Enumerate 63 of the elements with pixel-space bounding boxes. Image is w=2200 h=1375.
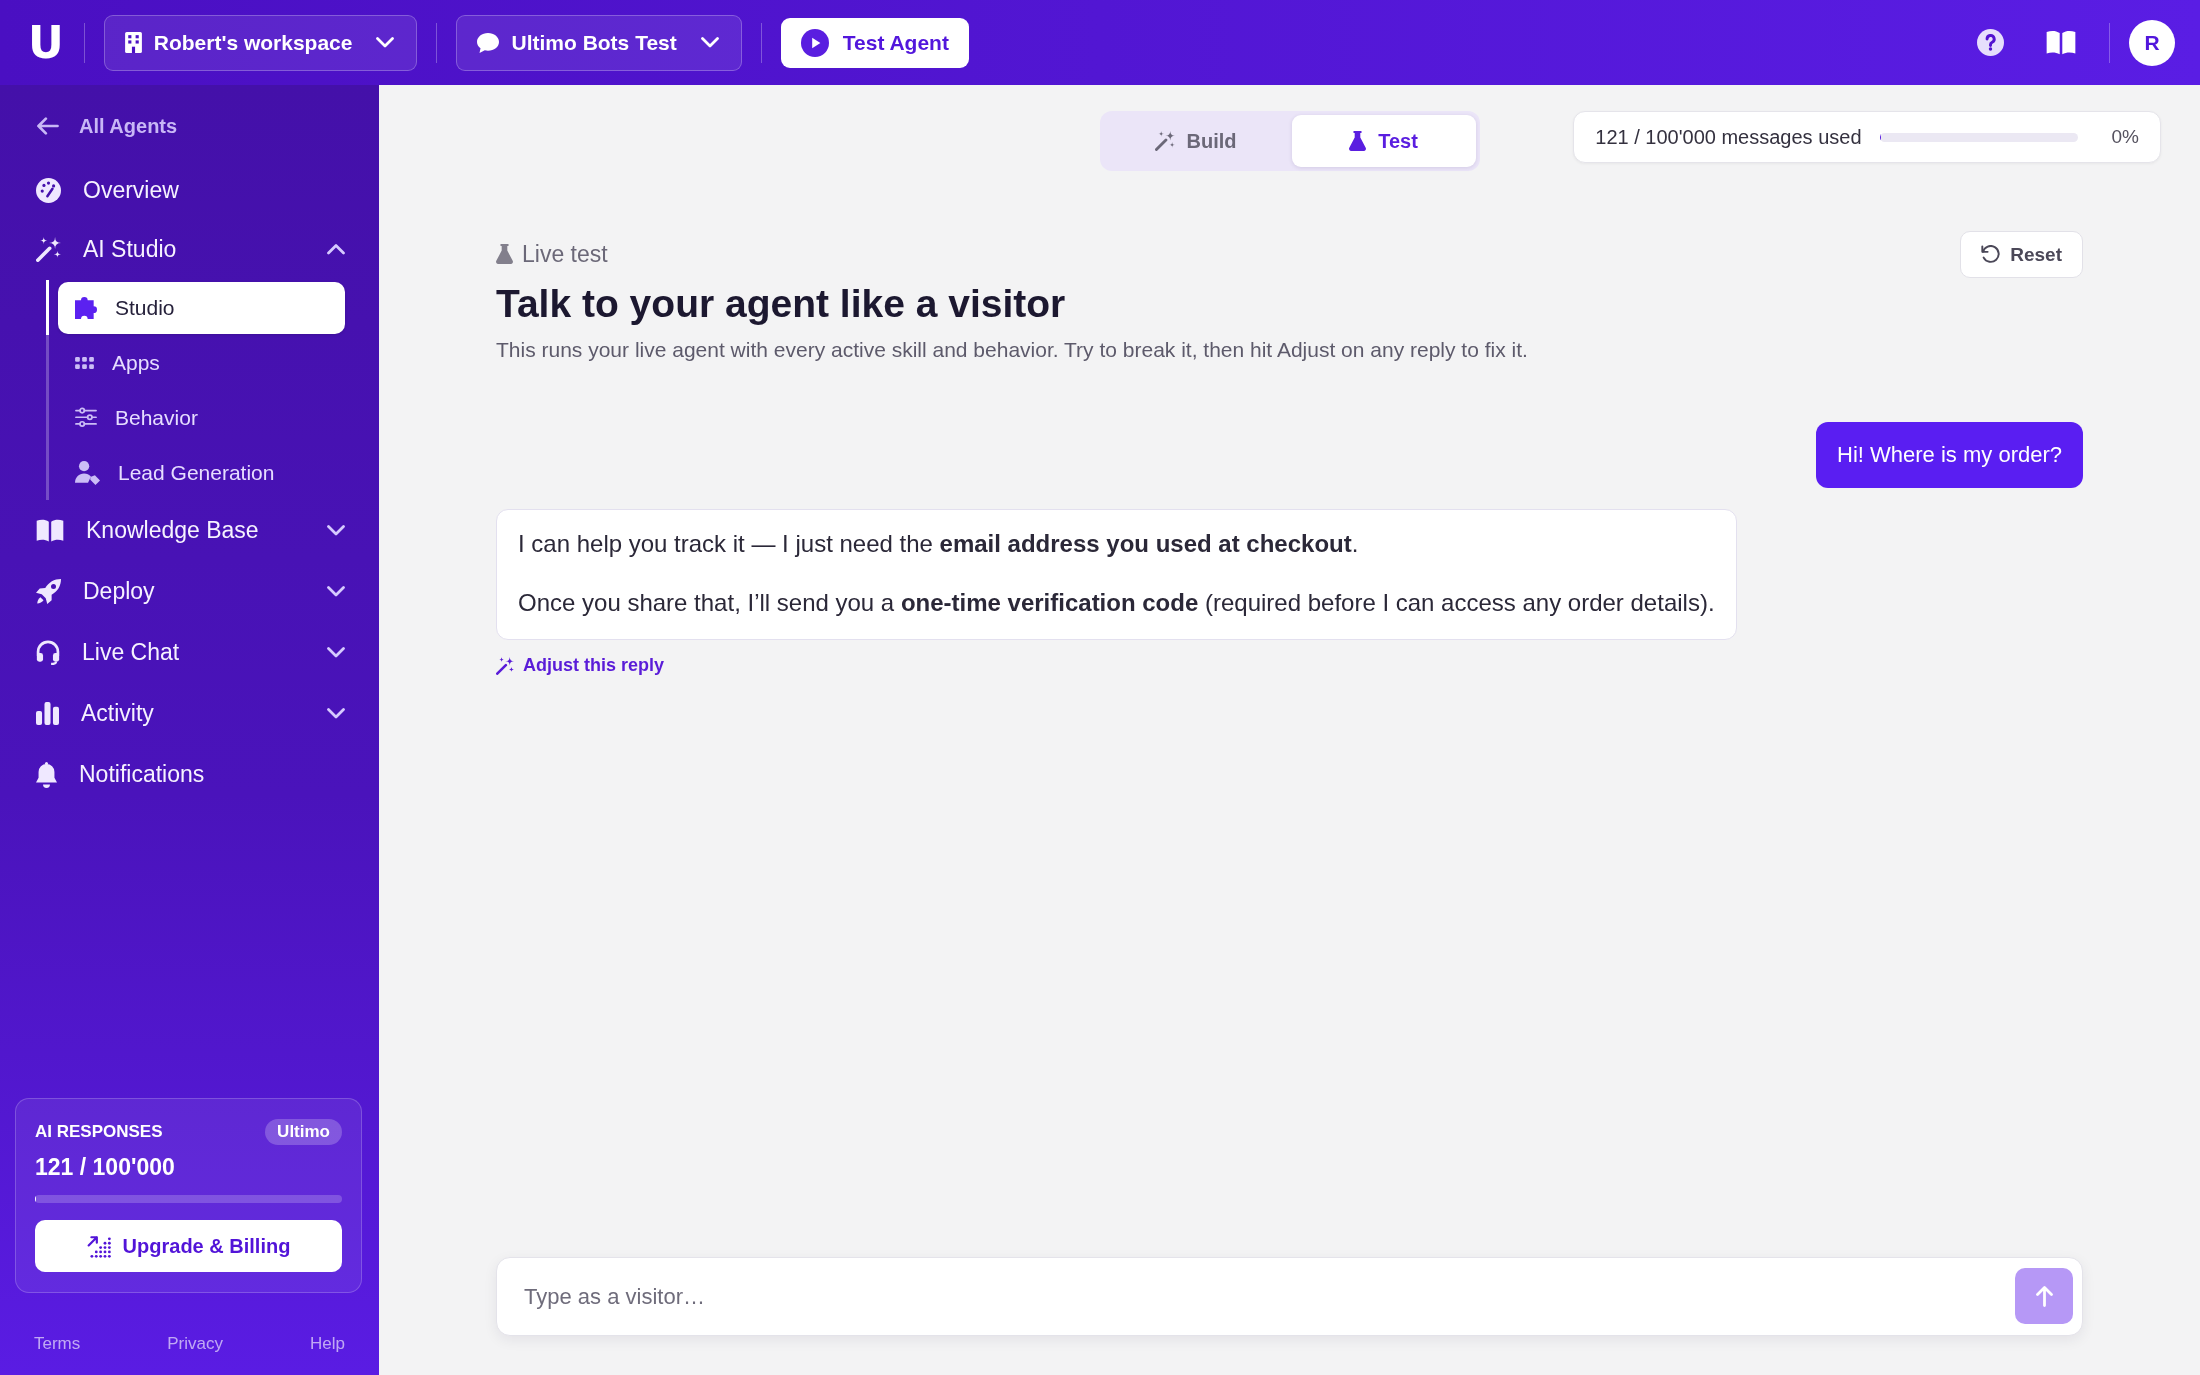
nav-item[interactable]: Apps xyxy=(58,336,345,389)
page-description: This runs your live agent with every active skill and behavior. Try to break it, then hit Adjust on any reply to fix it. xyxy=(496,337,1529,363)
test-agent-button[interactable]: Test Agent xyxy=(780,17,969,68)
open-book-icon[interactable] xyxy=(2046,30,2076,55)
rocket-icon xyxy=(36,579,61,604)
chat-bubble-icon xyxy=(477,32,500,53)
user-tag-icon xyxy=(75,460,100,485)
headset-icon xyxy=(36,639,60,666)
nav-item[interactable]: Lead Generation xyxy=(58,446,345,499)
building-icon xyxy=(124,32,142,53)
mode-tab[interactable]: Build xyxy=(1103,115,1288,167)
project-dropdown[interactable]: Ultimo Bots Test xyxy=(456,14,742,71)
chevron-down-icon xyxy=(376,37,395,48)
arrow-left-icon xyxy=(37,117,59,135)
plan-badge: Ultimo xyxy=(265,1119,342,1145)
card-title: AI RESPONSES xyxy=(35,1122,163,1142)
chevron-down-icon xyxy=(700,37,719,48)
rotate-left-icon xyxy=(1981,245,2001,264)
footer-link[interactable]: Terms xyxy=(34,1334,81,1354)
nav-item[interactable]: Deploy xyxy=(0,561,345,622)
visitor-message: Hi! Where is my order? xyxy=(1816,422,2083,488)
magic-wand-icon xyxy=(36,237,61,262)
nav-item[interactable]: Behavior xyxy=(58,391,345,444)
message-input[interactable]: Type as a visitor… xyxy=(496,1257,2083,1336)
nav-item[interactable]: Notifications xyxy=(0,744,345,805)
bell-icon xyxy=(36,761,57,788)
avatar[interactable]: R xyxy=(2129,19,2175,66)
usage-count: 121 / 100'000 xyxy=(35,1154,176,1181)
nav-item[interactable]: Knowledge Base xyxy=(0,500,345,561)
nav-item[interactable]: Studio xyxy=(58,281,345,334)
usage-label: 121 / 100'000 messages used xyxy=(1595,125,1862,149)
magic-wand-icon xyxy=(496,656,514,675)
flask-icon xyxy=(496,244,513,264)
growth-arrow-icon xyxy=(86,1234,111,1258)
puzzle-icon xyxy=(75,296,97,319)
magic-wand-icon xyxy=(1154,131,1175,151)
open-book-icon xyxy=(36,519,64,542)
footer-link[interactable]: Privacy xyxy=(167,1334,223,1354)
usage-percent: 0% xyxy=(2111,126,2139,148)
logo[interactable]: U xyxy=(28,20,64,65)
adjust-reply-link[interactable]: Adjust this reply xyxy=(496,655,665,676)
upgrade-billing-button[interactable]: Upgrade & Billing xyxy=(35,1220,342,1272)
message-text: Once you share that, I’ll send you a one-time verification code (required before I can access any order details). xyxy=(518,588,1715,618)
nav-item[interactable]: Overview xyxy=(0,162,345,219)
nav-item[interactable]: Activity xyxy=(0,683,345,744)
sliders-icon xyxy=(75,407,97,428)
bar-chart-icon xyxy=(36,702,59,725)
page-title: Talk to your agent like a visitor xyxy=(496,281,1067,327)
reset-button[interactable]: Reset xyxy=(1960,231,2083,278)
arrow-up-icon xyxy=(2035,1285,2053,1307)
nav-item[interactable]: AI Studio xyxy=(0,219,345,280)
gauge-icon xyxy=(36,178,61,203)
help-icon[interactable] xyxy=(1977,29,2004,56)
workspace-dropdown[interactable]: Robert's workspace xyxy=(103,14,418,71)
section-label: Live test xyxy=(522,240,608,268)
footer-link[interactable]: Help xyxy=(310,1334,345,1354)
flask-icon xyxy=(1349,131,1367,151)
dot-grid-icon xyxy=(75,356,94,369)
play-icon xyxy=(800,28,829,57)
mode-tab[interactable]: Test xyxy=(1291,115,1476,167)
nav-item[interactable]: Live Chat xyxy=(0,622,345,683)
message-text: I can help you track it — I just need the email address you used at checkout. xyxy=(518,529,1360,559)
back-link[interactable]: All Agents xyxy=(0,105,345,147)
